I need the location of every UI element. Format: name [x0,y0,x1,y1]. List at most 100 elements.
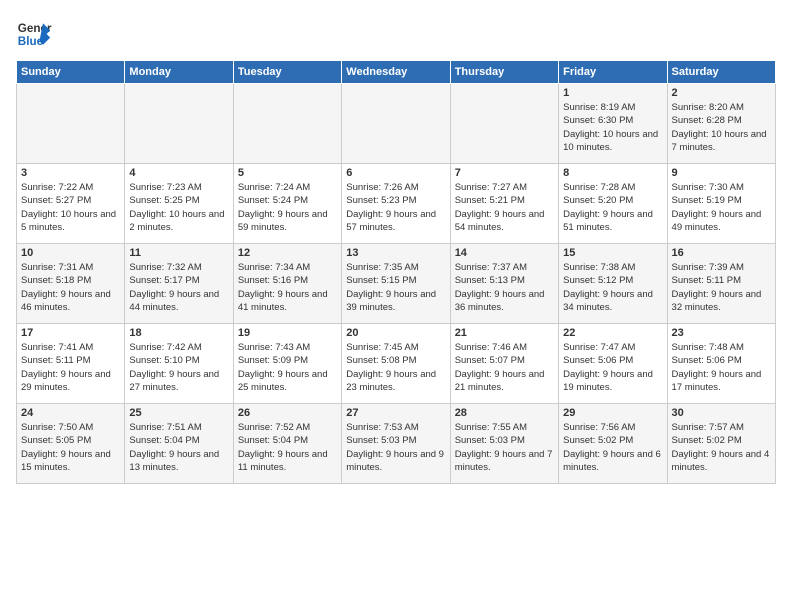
day-info: Sunrise: 7:43 AMSunset: 5:09 PMDaylight:… [238,341,337,394]
day-info-line: Sunset: 5:10 PM [129,354,228,367]
day-info: Sunrise: 7:56 AMSunset: 5:02 PMDaylight:… [563,421,662,474]
day-info-line: Sunset: 5:11 PM [21,354,120,367]
day-info-line: Sunset: 5:06 PM [563,354,662,367]
day-info-line: Sunrise: 8:19 AM [563,101,662,114]
day-info-line: Sunset: 6:30 PM [563,114,662,127]
calendar-cell: 26Sunrise: 7:52 AMSunset: 5:04 PMDayligh… [233,404,341,484]
calendar-cell: 5Sunrise: 7:24 AMSunset: 5:24 PMDaylight… [233,164,341,244]
calendar-cell [125,84,233,164]
calendar-cell: 8Sunrise: 7:28 AMSunset: 5:20 PMDaylight… [559,164,667,244]
day-number: 15 [563,247,662,259]
day-number: 12 [238,247,337,259]
day-info-line: Daylight: 9 hours and 15 minutes. [21,448,120,475]
day-info-line: Sunset: 5:18 PM [21,274,120,287]
day-info-line: Sunset: 5:21 PM [455,194,554,207]
day-info-line: Sunrise: 7:57 AM [672,421,771,434]
day-number: 14 [455,247,554,259]
day-info-line: Daylight: 9 hours and 59 minutes. [238,208,337,235]
calendar-cell: 13Sunrise: 7:35 AMSunset: 5:15 PMDayligh… [342,244,450,324]
calendar-cell: 20Sunrise: 7:45 AMSunset: 5:08 PMDayligh… [342,324,450,404]
calendar-cell: 17Sunrise: 7:41 AMSunset: 5:11 PMDayligh… [17,324,125,404]
day-info-line: Daylight: 9 hours and 4 minutes. [672,448,771,475]
day-info-line: Daylight: 9 hours and 17 minutes. [672,368,771,395]
day-info-line: Sunrise: 7:39 AM [672,261,771,274]
calendar-cell: 22Sunrise: 7:47 AMSunset: 5:06 PMDayligh… [559,324,667,404]
calendar-cell [233,84,341,164]
day-number: 4 [129,167,228,179]
day-info-line: Sunrise: 7:51 AM [129,421,228,434]
day-number: 6 [346,167,445,179]
day-number: 17 [21,327,120,339]
day-info: Sunrise: 7:45 AMSunset: 5:08 PMDaylight:… [346,341,445,394]
day-info-line: Sunset: 5:17 PM [129,274,228,287]
day-info-line: Daylight: 9 hours and 57 minutes. [346,208,445,235]
day-number: 23 [672,327,771,339]
day-info-line: Sunrise: 7:53 AM [346,421,445,434]
day-info-line: Daylight: 9 hours and 44 minutes. [129,288,228,315]
day-number: 25 [129,407,228,419]
day-info-line: Sunrise: 7:34 AM [238,261,337,274]
calendar-table: SundayMondayTuesdayWednesdayThursdayFrid… [16,60,776,484]
day-info: Sunrise: 8:20 AMSunset: 6:28 PMDaylight:… [672,101,771,154]
day-info-line: Sunset: 5:03 PM [346,434,445,447]
calendar-cell: 27Sunrise: 7:53 AMSunset: 5:03 PMDayligh… [342,404,450,484]
day-number: 1 [563,87,662,99]
day-number: 29 [563,407,662,419]
day-info: Sunrise: 7:46 AMSunset: 5:07 PMDaylight:… [455,341,554,394]
day-info-line: Sunrise: 7:42 AM [129,341,228,354]
calendar-cell: 24Sunrise: 7:50 AMSunset: 5:05 PMDayligh… [17,404,125,484]
calendar-cell: 19 Sunrise: 7:43 AMSunset: 5:09 PMDayligh… [233,324,341,404]
day-info-line: Sunset: 5:11 PM [672,274,771,287]
calendar-cell: 4 Sunrise: 7:23 AMSunset: 5:25 PMDaylight… [125,164,233,244]
day-info-line: Sunrise: 7:30 AM [672,181,771,194]
day-info-line: Sunset: 5:02 PM [672,434,771,447]
day-number: 13 [346,247,445,259]
day-info: Sunrise: 7:55 AMSunset: 5:03 PMDaylight:… [455,421,554,474]
calendar-week-1: 1Sunrise: 8:19 AMSunset: 6:30 PMDaylight… [17,84,776,164]
day-info-line: Sunset: 5:25 PM [129,194,228,207]
day-info-line: Daylight: 10 hours and 5 minutes. [21,208,120,235]
calendar-cell: 15Sunrise: 7:38 AMSunset: 5:12 PMDayligh… [559,244,667,324]
calendar-header-row: SundayMondayTuesdayWednesdayThursdayFrid… [17,61,776,84]
day-info: Sunrise: 7:51 AMSunset: 5:04 PMDaylight:… [129,421,228,474]
day-info-line: Daylight: 9 hours and 51 minutes. [563,208,662,235]
day-info-line: Sunrise: 7:45 AM [346,341,445,354]
day-info-line: Sunset: 5:06 PM [672,354,771,367]
day-info-line: Daylight: 9 hours and 25 minutes. [238,368,337,395]
day-info: Sunrise: 7:31 AMSunset: 5:18 PMDaylight:… [21,261,120,314]
day-info-line: Daylight: 9 hours and 23 minutes. [346,368,445,395]
day-number: 22 [563,327,662,339]
day-info-line: Sunrise: 7:24 AM [238,181,337,194]
calendar-cell: 29 Sunrise: 7:56 AMSunset: 5:02 PMDayligh… [559,404,667,484]
calendar-cell: 18Sunrise: 7:42 AMSunset: 5:10 PMDayligh… [125,324,233,404]
day-info-line: Sunrise: 7:46 AM [455,341,554,354]
day-number: 30 [672,407,771,419]
logo: General Blue [16,16,52,52]
day-info-line: Sunset: 5:04 PM [129,434,228,447]
day-info-line: Daylight: 9 hours and 54 minutes. [455,208,554,235]
day-info: Sunrise: 8:19 AMSunset: 6:30 PMDaylight:… [563,101,662,154]
day-info-line: Sunset: 5:24 PM [238,194,337,207]
day-number: 11 [129,247,228,259]
day-info-line: Sunrise: 7:27 AM [455,181,554,194]
day-info-line: Daylight: 9 hours and 36 minutes. [455,288,554,315]
day-info-line: Daylight: 9 hours and 6 minutes. [563,448,662,475]
day-info-line: Sunset: 5:04 PM [238,434,337,447]
day-info-line: Daylight: 9 hours and 21 minutes. [455,368,554,395]
day-info: Sunrise: 7:37 AMSunset: 5:13 PMDaylight:… [455,261,554,314]
day-info-line: Sunset: 5:19 PM [672,194,771,207]
day-info-line: Daylight: 9 hours and 7 minutes. [455,448,554,475]
day-info: Sunrise: 7:26 AMSunset: 5:23 PMDaylight:… [346,181,445,234]
day-info-line: Sunrise: 7:26 AM [346,181,445,194]
day-info-line: Sunrise: 7:48 AM [672,341,771,354]
calendar-cell: 14 Sunrise: 7:37 AMSunset: 5:13 PMDayligh… [450,244,558,324]
day-info-line: Daylight: 10 hours and 2 minutes. [129,208,228,235]
day-info-line: Sunrise: 7:43 AM [238,341,337,354]
day-info-line: Sunrise: 7:23 AM [129,181,228,194]
day-number: 19 [238,327,337,339]
calendar-cell [17,84,125,164]
day-info-line: Sunset: 5:20 PM [563,194,662,207]
day-info-line: Daylight: 9 hours and 49 minutes. [672,208,771,235]
day-info-line: Daylight: 10 hours and 7 minutes. [672,128,771,155]
day-number: 16 [672,247,771,259]
